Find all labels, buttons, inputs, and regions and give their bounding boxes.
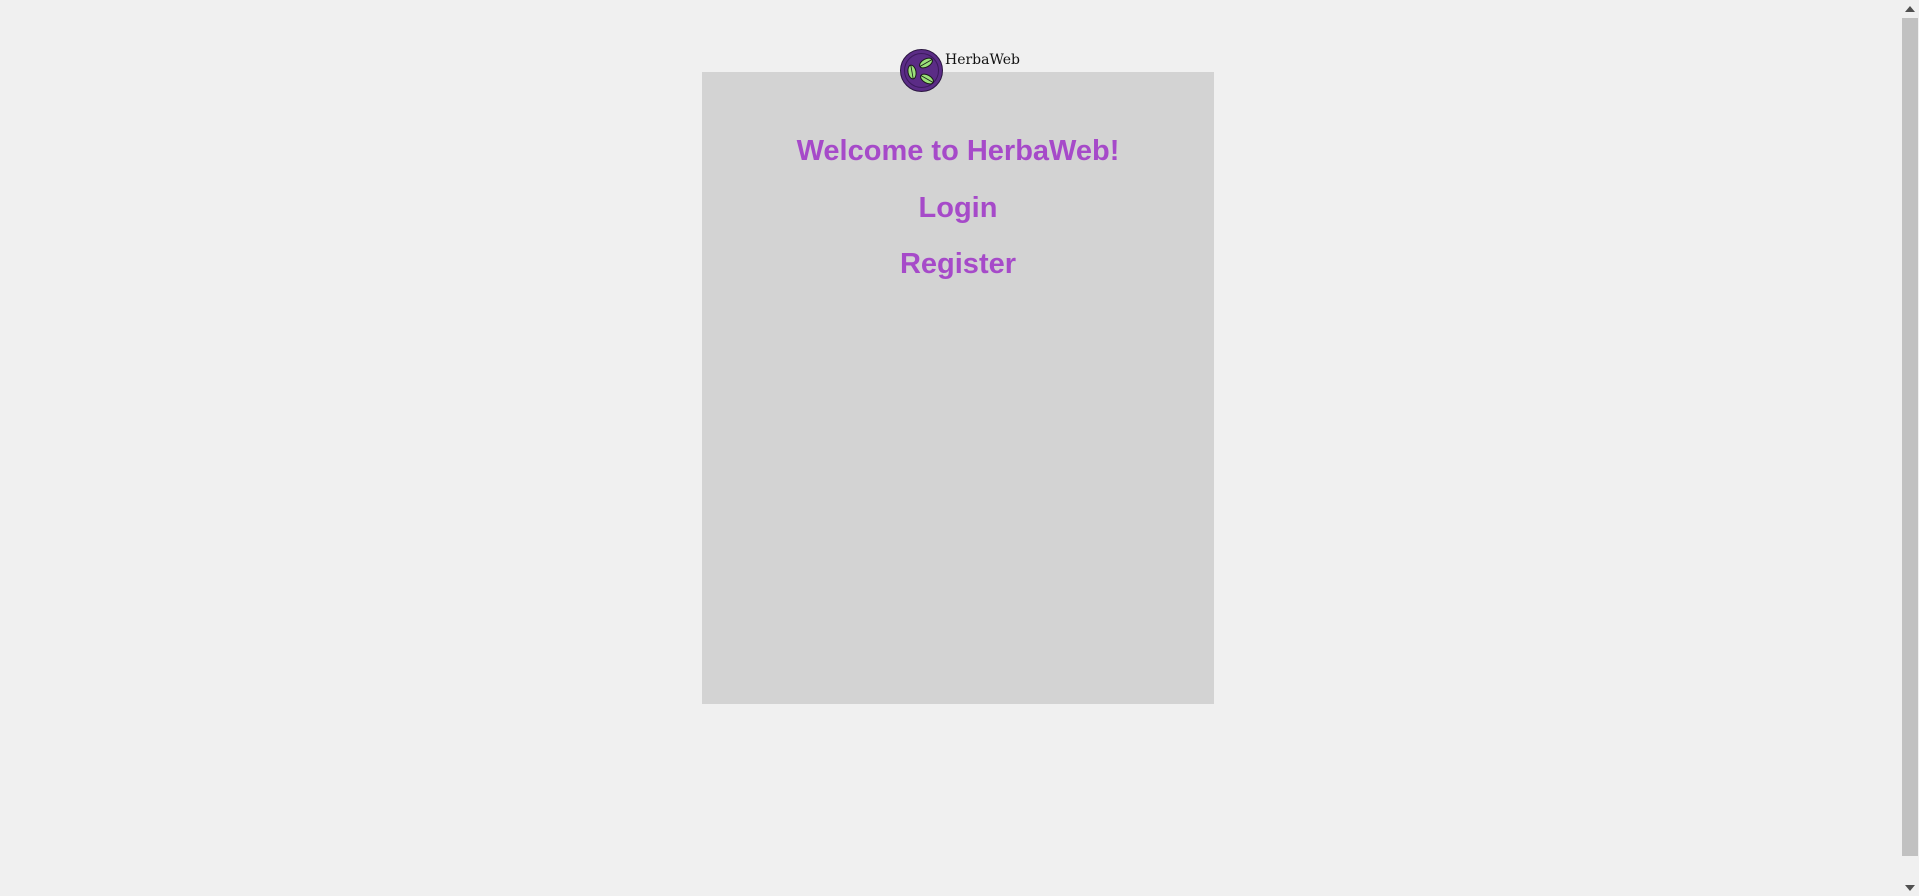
herb-leaf-logo-icon — [900, 49, 943, 92]
login-link[interactable]: Login — [702, 190, 1214, 226]
brand-header[interactable]: HerbaWeb — [900, 42, 1020, 92]
register-link[interactable]: Register — [702, 246, 1214, 282]
page-title: Welcome to HerbaWeb! — [796, 135, 1120, 167]
vertical-scrollbar[interactable] — [1900, 0, 1919, 896]
brand-name: HerbaWeb — [945, 51, 1020, 68]
scroll-up-arrow-icon[interactable] — [1900, 0, 1919, 17]
scrollbar-thumb[interactable] — [1902, 18, 1918, 856]
scroll-down-arrow-icon[interactable] — [1900, 879, 1919, 896]
page: HerbaWeb Welcome to HerbaWeb! Login Regi… — [0, 0, 1919, 896]
